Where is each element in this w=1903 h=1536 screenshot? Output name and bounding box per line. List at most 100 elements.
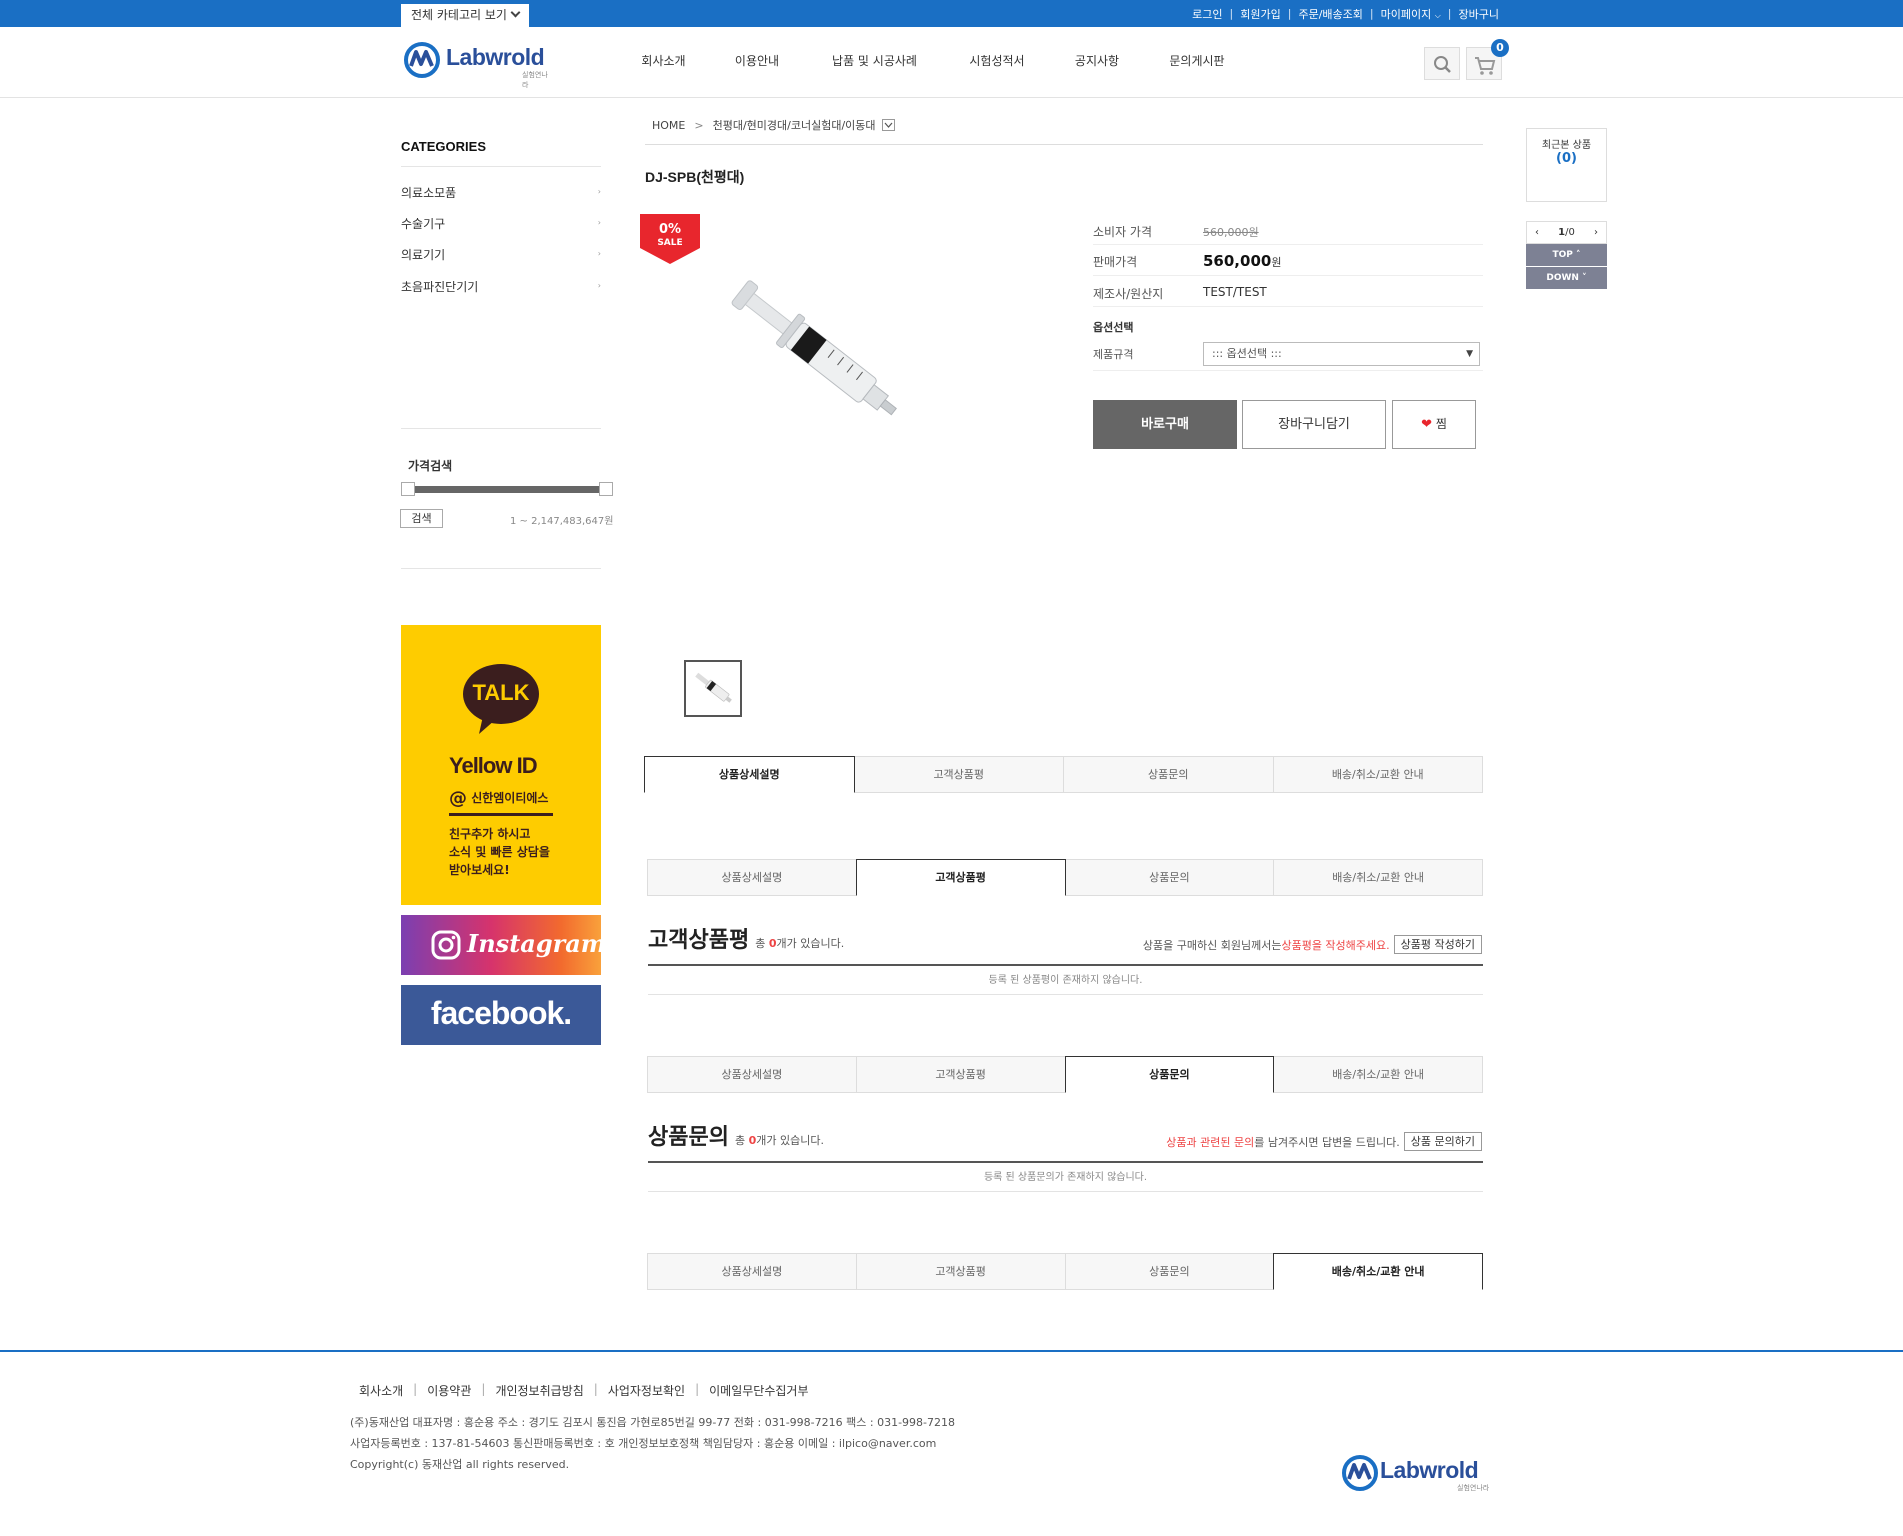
price-slider-max-handle[interactable] xyxy=(599,482,613,496)
breadcrumb-separator: > xyxy=(694,118,704,132)
instagram-banner[interactable]: Instagram xyxy=(401,915,606,975)
count-prefix: 총 xyxy=(755,937,769,950)
option-title: 옵션선택 xyxy=(1093,321,1134,334)
category-item[interactable]: 의료기기 › xyxy=(401,246,601,263)
sale-price-unit: 원 xyxy=(1271,256,1282,269)
chevron-right-icon: › xyxy=(597,281,601,290)
scroll-top-button[interactable]: TOP ˄ xyxy=(1526,244,1607,266)
product-image[interactable] xyxy=(690,255,940,445)
login-link[interactable]: 로그인 xyxy=(1192,6,1222,22)
tab-detail[interactable]: 상품상세설명 xyxy=(644,756,855,793)
nav-test-reports[interactable]: 시험성적서 xyxy=(942,52,1052,69)
top-bar xyxy=(0,0,1903,27)
all-categories-button[interactable]: 전체 카테고리 보기 xyxy=(401,4,529,27)
write-review-button[interactable]: 상품평 작성하기 xyxy=(1393,935,1482,954)
logo[interactable]: Labwrold 실험연나라 xyxy=(404,40,554,89)
cart-link[interactable]: 장바구니 xyxy=(1459,6,1499,22)
scroll-down-button[interactable]: DOWN ˅ xyxy=(1526,267,1607,289)
tab-shipping[interactable]: 배송/취소/교환 안내 xyxy=(1273,1253,1483,1290)
divider xyxy=(449,813,553,816)
qna-count: 총 0개가 있습니다. xyxy=(735,1132,824,1148)
tab-reviews[interactable]: 고객상품평 xyxy=(853,756,1064,793)
chevron-down-icon xyxy=(510,7,521,18)
tab-qna[interactable]: 상품문의 xyxy=(1064,1056,1275,1093)
option-select[interactable]: ::: 옵션선택 ::: ▼ xyxy=(1203,342,1480,366)
tab-reviews[interactable]: 고객상품평 xyxy=(855,1253,1066,1290)
logo-subtext: 실험연나라 xyxy=(522,71,548,89)
chevron-left-icon[interactable]: ‹ xyxy=(1535,222,1539,243)
breadcrumb-current[interactable]: 천평대/현미경대/코너실험대/이동대 xyxy=(713,117,876,133)
product-thumbnail[interactable] xyxy=(684,660,742,717)
wishlist-button[interactable]: ❤ 찜 xyxy=(1392,400,1476,449)
search-button[interactable] xyxy=(1424,47,1460,80)
breadcrumb-dropdown[interactable] xyxy=(881,119,895,131)
footer-link-email-policy[interactable]: 이메일무단수집거부 xyxy=(709,1382,808,1399)
breadcrumb-home[interactable]: HOME xyxy=(652,119,685,132)
tab-detail[interactable]: 상품상세설명 xyxy=(647,1253,857,1290)
recent-products-box[interactable]: 최근본 상품 (0) xyxy=(1526,128,1607,202)
qna-notice: 상품과 관련된 문의 를 남겨주시면 답변을 드립니다. 상품 문의하기 xyxy=(1166,1132,1482,1151)
tab-shipping[interactable]: 배송/취소/교환 안내 xyxy=(1273,1056,1483,1093)
divider xyxy=(401,166,601,167)
tab-shipping[interactable]: 배송/취소/교환 안내 xyxy=(1272,756,1483,793)
reviews-notice: 상품을 구매하신 회원님께서는 상품평을 작성해주세요. 상품평 작성하기 xyxy=(1143,935,1482,954)
nav-board[interactable]: 문의게시판 xyxy=(1142,52,1252,69)
scroll-top-label: TOP xyxy=(1552,250,1573,260)
tab-qna[interactable]: 상품문의 xyxy=(1064,859,1275,896)
signup-link[interactable]: 회원가입 xyxy=(1240,6,1280,22)
divider xyxy=(1093,244,1483,245)
count-prefix: 총 xyxy=(734,1134,749,1147)
footer-divider xyxy=(0,1350,1903,1352)
chevron-right-icon[interactable]: › xyxy=(1594,222,1598,243)
consumer-price-label: 소비자 가격 xyxy=(1093,225,1153,239)
nav-company[interactable]: 회사소개 xyxy=(620,52,707,69)
category-item[interactable]: 의료소모품 › xyxy=(401,184,601,201)
divider xyxy=(401,428,601,429)
divider xyxy=(1093,306,1483,307)
reviews-count: 총 0개가 있습니다. xyxy=(755,935,844,951)
facebook-banner[interactable]: facebook. xyxy=(401,985,601,1045)
footer-link-business-info[interactable]: 사업자정보확인 xyxy=(608,1382,685,1399)
category-item[interactable]: 수술기구 › xyxy=(401,215,601,232)
price-slider[interactable] xyxy=(408,486,608,493)
add-to-cart-button[interactable]: 장바구니담기 xyxy=(1242,400,1386,449)
footer-link-company[interactable]: 회사소개 xyxy=(359,1382,403,1399)
footer-link-privacy[interactable]: 개인정보취급방침 xyxy=(495,1382,583,1399)
categories-title: CATEGORIES xyxy=(401,139,486,154)
tab-reviews[interactable]: 고객상품평 xyxy=(855,1056,1066,1093)
kakao-account-name: 신한엠이티에스 xyxy=(471,791,549,805)
nav-guide[interactable]: 이용안내 xyxy=(707,52,807,69)
sale-badge-percent: 0% xyxy=(658,222,682,237)
product-tabs: 상품상세설명 고객상품평 상품문의 배송/취소/교환 안내 xyxy=(647,1253,1483,1290)
divider xyxy=(1093,370,1483,371)
option-select-value: ::: 옵션선택 ::: xyxy=(1212,347,1282,360)
category-item[interactable]: 초음파진단기기 › xyxy=(401,278,601,295)
tab-qna[interactable]: 상품문의 xyxy=(1064,1253,1275,1290)
recent-pager: ‹ 1/0 › xyxy=(1526,221,1607,244)
tab-reviews[interactable]: 고객상품평 xyxy=(855,859,1066,896)
reviews-header: 고객상품평 총 0개가 있습니다. xyxy=(648,922,844,954)
consumer-price: 560,000원 xyxy=(1203,226,1259,239)
kakao-yellow-id: Yellow ID xyxy=(449,753,538,778)
price-search-button[interactable]: 검색 xyxy=(400,509,443,528)
kakao-banner[interactable]: TALK Yellow ID @ 신한엠이티에스 친구추가 하시고 소식 및 빠… xyxy=(401,625,601,905)
mypage-link[interactable]: 마이페이지 ⌵ xyxy=(1381,6,1441,22)
kakao-message-line: 받아보세요! xyxy=(449,863,510,877)
price-slider-min-handle[interactable] xyxy=(401,482,415,496)
tab-shipping[interactable]: 배송/취소/교환 안내 xyxy=(1273,859,1483,896)
tab-detail[interactable]: 상품상세설명 xyxy=(647,1056,857,1093)
nav-notice[interactable]: 공지사항 xyxy=(1052,52,1142,69)
cart-count-badge: 0 xyxy=(1491,39,1509,57)
tab-detail[interactable]: 상품상세설명 xyxy=(647,859,857,896)
reviews-empty-message: 등록 된 상품평이 존재하지 않습니다. xyxy=(648,966,1483,995)
tab-qna[interactable]: 상품문의 xyxy=(1063,756,1274,793)
footer-registration-info: 사업자등록번호 : 137-81-54603 통신판매등록번호 : 호 개인정보… xyxy=(350,1437,937,1450)
logo-mark-icon xyxy=(404,42,440,78)
nav-cases[interactable]: 납품 및 시공사례 xyxy=(807,52,942,69)
qna-header: 상품문의 총 0개가 있습니다. xyxy=(648,1119,824,1151)
footer-link-terms[interactable]: 이용약관 xyxy=(427,1382,471,1399)
write-qna-button[interactable]: 상품 문의하기 xyxy=(1403,1132,1482,1151)
buy-now-button[interactable]: 바로구매 xyxy=(1093,400,1237,449)
order-tracking-link[interactable]: 주문/배송조회 xyxy=(1298,6,1362,22)
pager-total: /0 xyxy=(1565,227,1575,238)
